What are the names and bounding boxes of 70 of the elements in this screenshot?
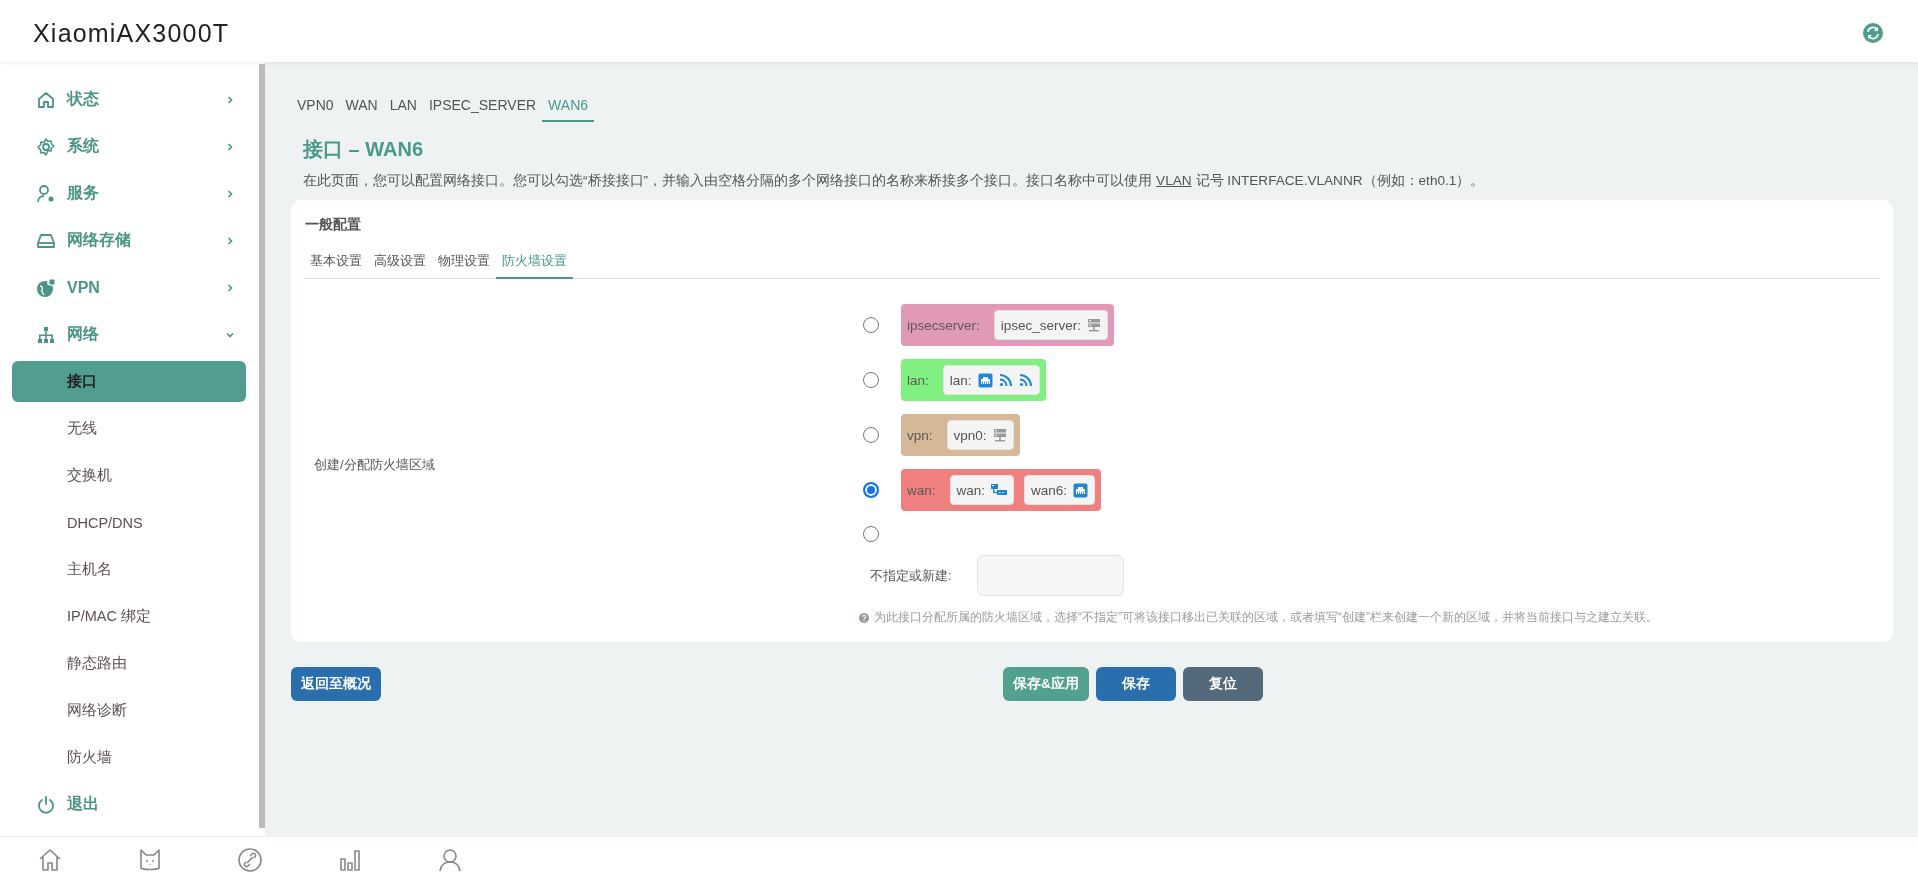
section-title: 一般配置 <box>304 215 362 234</box>
back-button[interactable]: 返回至概况 <box>291 667 381 701</box>
nav-subitem[interactable]: 接口 <box>12 361 246 402</box>
vlan-link[interactable]: VLAN <box>1156 173 1192 188</box>
interface-name: wan: <box>956 482 986 498</box>
reset-button[interactable]: 复位 <box>1182 667 1263 701</box>
new-zone-field[interactable] <box>977 555 1124 596</box>
network-switch-icon <box>991 484 1008 496</box>
sitemap-icon <box>36 324 56 345</box>
page-title: 接口 – WAN6 <box>303 137 425 162</box>
new-zone-label: 不指定或新建: <box>869 566 953 585</box>
help-icon <box>859 612 869 623</box>
interface-name: wan6: <box>1031 482 1068 498</box>
interface-tab[interactable]: WAN <box>339 90 384 122</box>
nav-subitem[interactable]: 主机名 <box>0 546 259 593</box>
nav-item[interactable]: 服务 <box>0 170 259 217</box>
nav-item[interactable]: 状态 <box>0 76 259 123</box>
nav-subitem[interactable]: 静态路由 <box>0 640 259 687</box>
user-icon[interactable] <box>437 846 463 873</box>
scrollbar[interactable] <box>259 64 265 828</box>
save-button[interactable]: 保存 <box>1095 667 1176 701</box>
zone-name: vpn: <box>907 427 934 443</box>
wireless-icon <box>1018 373 1033 387</box>
zone-name: lan: <box>907 372 930 388</box>
site-title: XiaomiAX3000T <box>33 18 230 48</box>
settings-tab[interactable]: 物理设置 <box>432 252 496 279</box>
cat-icon[interactable] <box>137 846 163 873</box>
nav-subitem[interactable]: IP/MAC 绑定 <box>0 593 259 640</box>
link-icon[interactable] <box>237 846 263 873</box>
zone-radio[interactable] <box>863 526 879 542</box>
zone-radio[interactable] <box>863 427 879 443</box>
zone-name: wan: <box>907 482 937 498</box>
gear-icon <box>36 136 56 157</box>
zone-radio[interactable] <box>863 482 879 498</box>
home-icon[interactable] <box>37 846 63 873</box>
home-icon <box>36 89 56 110</box>
interface-tab[interactable]: IPSEC_SERVER <box>422 90 543 122</box>
user-icon <box>36 183 56 204</box>
zone-name: ipsecserver: <box>907 317 981 333</box>
ethernet-port-icon <box>1073 482 1089 498</box>
power-icon <box>36 794 56 815</box>
settings-tab[interactable]: 高级设置 <box>368 252 432 279</box>
server-icon <box>1087 318 1102 332</box>
refresh-icon <box>1862 22 1884 44</box>
interface-tab[interactable]: VPN0 <box>291 90 340 122</box>
nav-item[interactable]: 退出 <box>0 781 259 828</box>
wireless-icon <box>998 373 1013 387</box>
nav-item[interactable]: 系统 <box>0 123 259 170</box>
interface-name: lan: <box>949 372 972 388</box>
help-text: 为此接口分配所属的防火墙区域，选择“不指定”可将该接口移出已关联的区域，或者填写“创建”栏来创建一个新的区域，并将当前接口与之建立关联。 <box>874 609 1658 626</box>
zone-radio[interactable] <box>863 372 879 388</box>
globe-icon <box>36 277 56 298</box>
page-description: 在此页面，您可以配置网络接口。您可以勾选“桥接接口”，并输入由空格分隔的多个网络接口的名称来桥接多个接口。接口名称中可以使用 VLAN 记号 INTERFACE.VLANNR（例如：eth0.1）。 <box>303 172 1486 190</box>
settings-tab[interactable]: 防火墙设置 <box>496 252 573 279</box>
nav-subitem[interactable]: 防火墙 <box>0 734 259 781</box>
zone-radio[interactable] <box>863 317 879 333</box>
interface-name: vpn0: <box>953 427 987 443</box>
interface-name: ipsec_server: <box>1000 317 1082 333</box>
field-label: 创建/分配防火墙区域 <box>313 456 436 474</box>
nav-subitem[interactable]: 网络诊断 <box>0 687 259 734</box>
interface-tab[interactable]: LAN <box>383 90 423 122</box>
ethernet-port-icon <box>977 372 993 388</box>
nav-subitem[interactable]: DHCP/DNS <box>0 499 259 546</box>
nav-item[interactable]: VPN <box>0 264 259 311</box>
server-icon <box>992 428 1007 442</box>
nav-subitem[interactable]: 交换机 <box>0 452 259 499</box>
settings-tab[interactable]: 基本设置 <box>304 252 368 279</box>
nav-item[interactable]: 网络 <box>0 311 259 358</box>
nav-subitem[interactable]: 无线 <box>0 405 259 452</box>
nav-item[interactable]: 网络存储 <box>0 217 259 264</box>
